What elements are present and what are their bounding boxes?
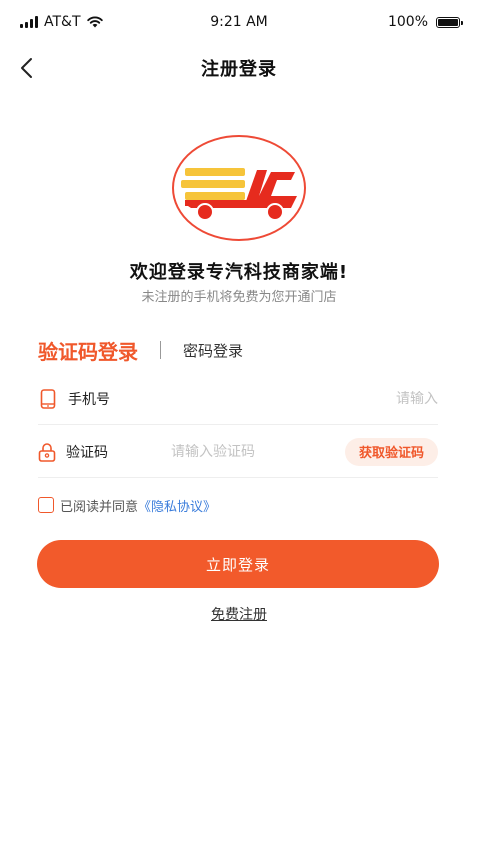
chevron-left-icon — [21, 58, 32, 78]
code-label: 验证码 — [66, 444, 108, 461]
phone-row: 手机号 — [38, 373, 438, 425]
phone-icon — [38, 388, 58, 409]
agreement-checkbox[interactable] — [38, 497, 54, 513]
carrier-label: AT&T — [44, 14, 81, 30]
signal-icon — [20, 16, 38, 28]
register-link-wrapper: 免费注册 — [0, 604, 478, 624]
status-bar: AT&T 9:21 AM 100% — [0, 0, 478, 44]
battery-icon — [436, 16, 463, 28]
tab-divider — [160, 341, 161, 359]
register-link[interactable]: 免费注册 — [211, 607, 267, 623]
phone-label: 手机号 — [68, 391, 110, 408]
truck-logo — [172, 135, 306, 241]
login-tabs: 验证码登录 密码登录 — [38, 335, 243, 365]
phone-input[interactable] — [148, 390, 438, 407]
lock-icon — [38, 442, 56, 462]
agreement: 已阅读并同意 《隐私协议》 — [38, 494, 216, 516]
status-left: AT&T — [20, 14, 103, 30]
code-row: 验证码 获取验证码 — [38, 426, 438, 478]
tab-password-login[interactable]: 密码登录 — [183, 340, 243, 361]
tab-code-login[interactable]: 验证码登录 — [38, 336, 138, 365]
page-title: 注册登录 — [201, 59, 277, 80]
welcome-subtitle: 未注册的手机将免费为您开通门店 — [141, 290, 337, 305]
code-input[interactable] — [134, 443, 345, 460]
status-right: 100% — [387, 14, 463, 30]
login-button[interactable]: 立即登录 — [37, 540, 439, 588]
privacy-link[interactable]: 《隐私协议》 — [138, 496, 216, 515]
get-code-button[interactable]: 获取验证码 — [344, 437, 438, 466]
back-button[interactable] — [10, 52, 42, 84]
welcome-title: 欢迎登录专汽科技商家端! — [129, 262, 349, 283]
wifi-icon — [86, 16, 103, 28]
nav-bar: 注册登录 — [0, 44, 478, 92]
agreement-text: 已阅读并同意 — [60, 499, 139, 515]
battery-percent: 100% — [387, 14, 428, 30]
